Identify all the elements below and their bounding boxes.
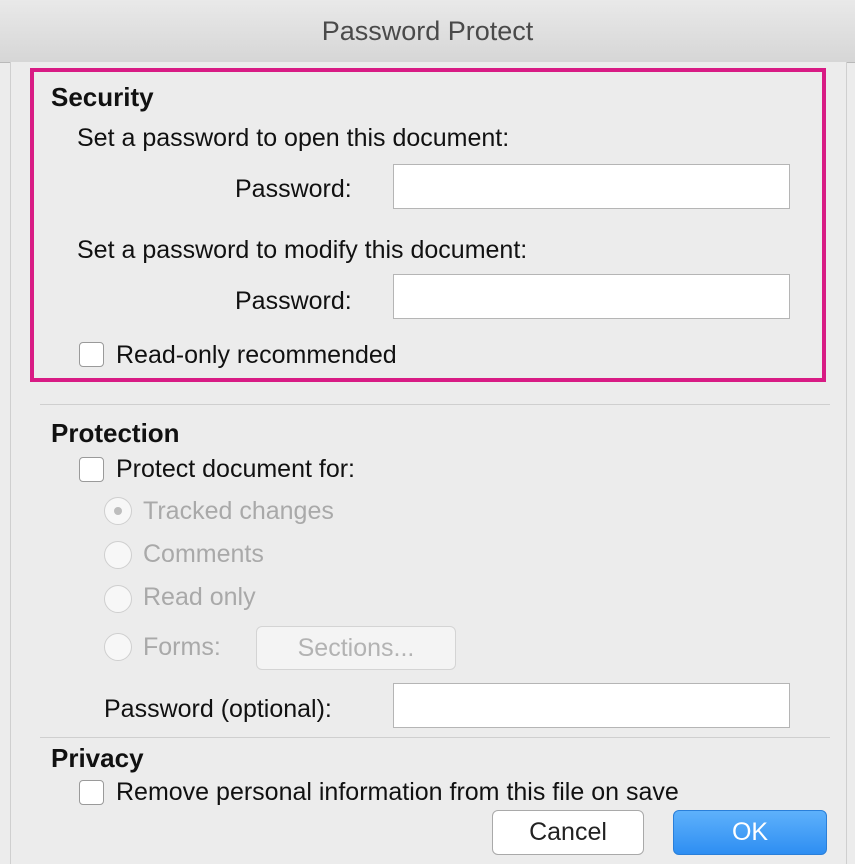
read-only-recommended-checkbox[interactable] [79, 342, 104, 367]
radio-selected-dot [114, 507, 122, 515]
protect-document-checkbox[interactable] [79, 457, 104, 482]
cancel-button[interactable]: Cancel [492, 810, 644, 855]
read-only-label: Read only [143, 583, 256, 611]
radio-comments[interactable] [104, 541, 132, 569]
tracked-changes-label: Tracked changes [143, 497, 334, 525]
ok-button[interactable]: OK [673, 810, 827, 855]
security-heading: Security [51, 82, 154, 112]
protection-heading: Protection [51, 418, 180, 448]
title-bar: Password Protect [0, 0, 855, 63]
optional-password-field[interactable] [393, 683, 790, 728]
open-password-label: Password: [235, 175, 352, 203]
security-highlight-box [30, 68, 826, 382]
section-divider [40, 737, 830, 738]
radio-forms[interactable] [104, 633, 132, 661]
modify-password-label: Password: [235, 287, 352, 315]
optional-password-label: Password (optional): [104, 695, 332, 723]
protect-document-label: Protect document for: [116, 455, 356, 483]
comments-label: Comments [143, 540, 264, 568]
radio-read-only[interactable] [104, 585, 132, 613]
section-divider [40, 404, 830, 405]
remove-personal-info-checkbox[interactable] [79, 780, 104, 805]
window-title: Password Protect [321, 16, 534, 46]
modify-password-prompt: Set a password to modify this document: [77, 236, 528, 264]
read-only-recommended-label: Read-only recommended [116, 341, 397, 369]
modify-password-field[interactable] [393, 274, 790, 319]
remove-personal-info-label: Remove personal information from this fi… [116, 778, 679, 806]
sections-button[interactable]: Sections... [256, 626, 456, 670]
open-password-field[interactable] [393, 164, 790, 209]
open-password-prompt: Set a password to open this document: [77, 124, 510, 152]
radio-tracked-changes[interactable] [104, 497, 132, 525]
privacy-heading: Privacy [51, 743, 144, 773]
forms-label: Forms: [143, 633, 221, 661]
